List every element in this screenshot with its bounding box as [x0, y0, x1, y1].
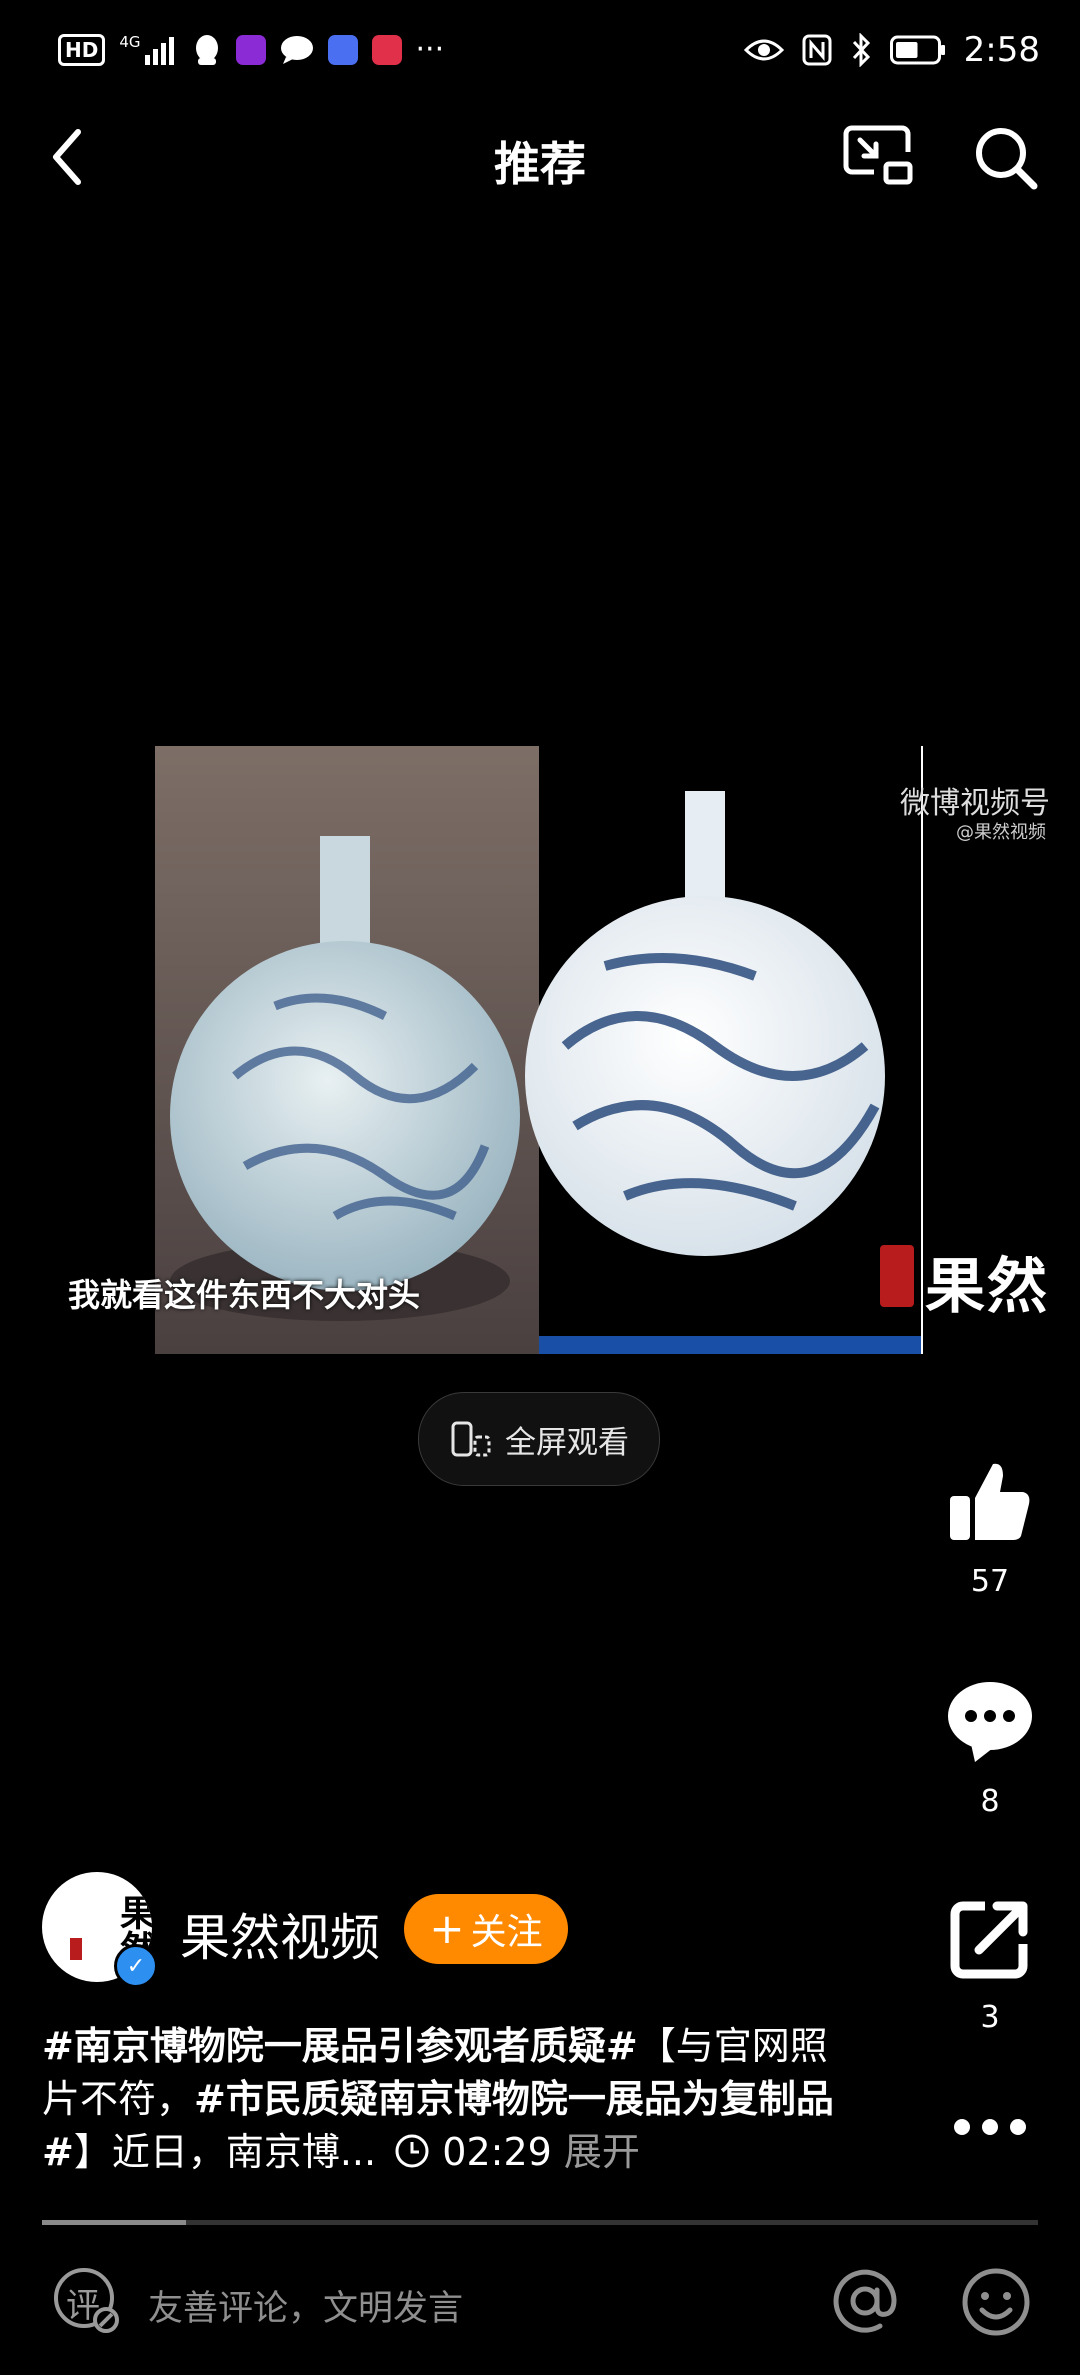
video-subtitle: 我就看这件东西不大对头 — [68, 1276, 421, 1314]
share-count: 3 — [980, 2000, 1000, 2035]
like-count: 57 — [970, 1564, 1010, 1599]
more-dots-icon: ··· — [415, 32, 445, 67]
video-frame — [155, 746, 923, 1354]
status-bar: HD 4G ··· 2:58 — [0, 0, 1080, 110]
chat-icon — [280, 36, 313, 64]
desc-text-2: 】近日，南京博... — [73, 2130, 377, 2174]
eye-icon — [743, 39, 784, 61]
bluetooth-icon — [852, 33, 870, 67]
emoji-icon[interactable] — [960, 2266, 1032, 2338]
search-icon[interactable] — [970, 122, 1042, 194]
author-name[interactable]: 果然视频 — [180, 1898, 380, 1970]
brand-logo: 果然 — [925, 1252, 1049, 1322]
nfc-icon — [802, 34, 832, 66]
qq-icon — [195, 35, 218, 65]
weibo-watermark: 微博视频号 — [900, 786, 1050, 821]
page-title: 推荐 — [494, 137, 586, 191]
mention-at-icon[interactable] — [830, 2266, 900, 2336]
signal-icon: 4G — [119, 33, 177, 65]
fullscreen-button[interactable]: 全屏观看 — [418, 1392, 660, 1486]
video-description[interactable]: #南京博物院一展品引参观者质疑#【与官网照片不符，#市民质疑南京博物院一展品为复… — [42, 2020, 862, 2183]
progress-track[interactable] — [42, 2220, 1038, 2225]
verified-badge-icon: ✓ — [114, 1944, 158, 1988]
fullscreen-label: 全屏观看 — [505, 1424, 629, 1461]
more-options-icon[interactable] — [950, 2112, 1030, 2142]
screen-cast-icon[interactable] — [840, 122, 916, 188]
hashtag-1[interactable]: #南京博物院一展品引参观者质疑# — [42, 2024, 638, 2068]
rotate-phone-icon — [451, 1421, 491, 1457]
pen-app-icon — [235, 35, 266, 65]
comment-bubble-icon[interactable] — [945, 1676, 1035, 1766]
clock: 2:58 — [963, 30, 1040, 70]
like-thumb-icon[interactable] — [945, 1456, 1035, 1546]
share-icon[interactable] — [945, 1894, 1035, 1984]
expand-link[interactable]: 展开 — [564, 2130, 640, 2174]
comment-count: 8 — [980, 1784, 1000, 1819]
battery-icon — [889, 35, 945, 65]
book-icon — [371, 35, 402, 65]
hd-badge: HD — [58, 34, 106, 66]
progress-fill — [42, 2220, 187, 2225]
comment-input-icon[interactable]: 评 — [50, 2264, 124, 2338]
video-duration: 02:29 — [442, 2130, 552, 2174]
clock-icon — [394, 2130, 430, 2183]
follow-label: 关注 — [470, 1912, 543, 1953]
video-player[interactable] — [155, 746, 923, 1354]
music-icon — [327, 35, 358, 65]
watermark-account: @果然视频 — [956, 822, 1046, 843]
red-seal-icon — [880, 1245, 914, 1307]
plus-icon: + — [429, 1904, 465, 1953]
follow-button[interactable]: + 关注 — [404, 1894, 568, 1964]
comment-input[interactable]: 友善评论，文明发言 — [148, 2280, 463, 2331]
